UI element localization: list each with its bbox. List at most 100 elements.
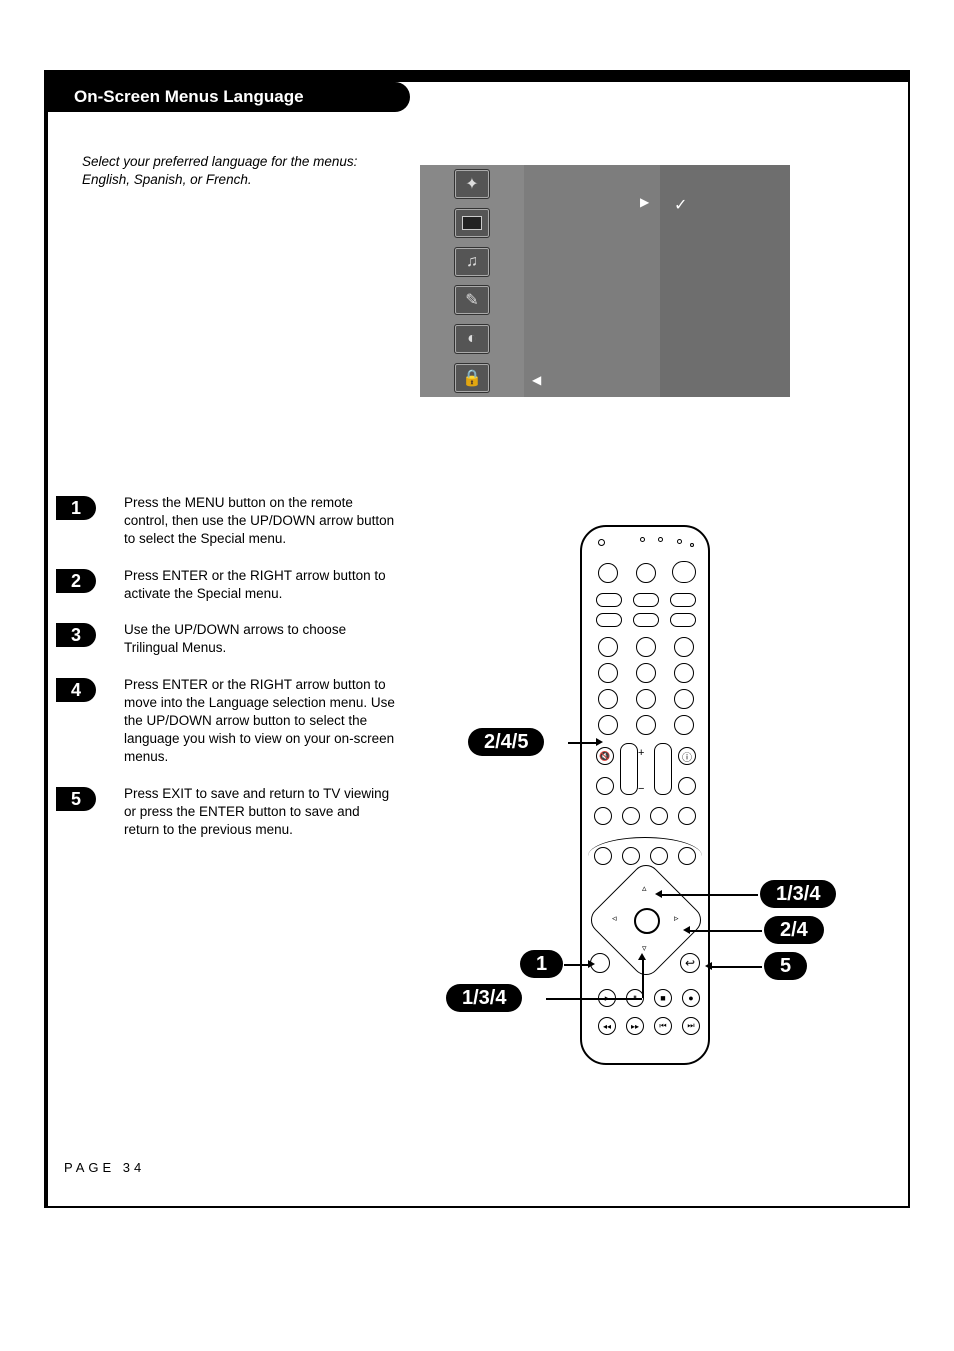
remote-button (633, 593, 659, 607)
enter-button (634, 908, 660, 934)
step-number: 2 (56, 569, 96, 593)
osd-middle-column: ▶ ◀ (524, 165, 660, 397)
step: 3 Use the UP/DOWN arrows to choose Trili… (56, 621, 396, 657)
speaker-icon: ♫ (454, 247, 490, 277)
minus-icon: − (638, 783, 644, 795)
numpad-button (636, 637, 656, 657)
indicator-dot (677, 539, 682, 544)
satellite-icon: ✦ (454, 169, 490, 199)
callout-1-3-4-left: 1/3/4 (446, 984, 522, 1012)
leader-line (642, 960, 644, 998)
remote-button (622, 807, 640, 825)
leader-arrow-icon (655, 890, 662, 898)
remote-button (633, 613, 659, 627)
step-number: 1 (56, 496, 96, 520)
numpad-button (636, 689, 656, 709)
remote-button (622, 847, 640, 865)
next-track-button: ⏭ (682, 1017, 700, 1035)
remote-illustration: 🔇 + − ⓘ ▵ ▿ ◃ ▹ ↩ ▸ ⏸ ■ ● ◂◂ (580, 525, 710, 1065)
osd-right-arrow-icon: ▶ (640, 195, 649, 209)
remote-button (678, 807, 696, 825)
step-number: 5 (56, 787, 96, 811)
osd-right-column: ✓ (660, 165, 790, 397)
numpad-button (598, 689, 618, 709)
remote-button (678, 847, 696, 865)
intro-text: Select your preferred language for the m… (82, 153, 392, 188)
remote-button (596, 593, 622, 607)
step-text: Press the MENU button on the remote cont… (124, 494, 396, 549)
step-text: Press ENTER or the RIGHT arrow button to… (124, 567, 396, 603)
up-arrow-icon: ▵ (642, 883, 647, 894)
record-button: ● (682, 989, 700, 1007)
leader-arrow-icon (588, 960, 595, 968)
remote-button (650, 847, 668, 865)
numpad-button (598, 663, 618, 683)
leader-line (546, 998, 642, 1000)
right-arrow-icon: ▹ (674, 913, 679, 924)
remote-button (596, 777, 614, 795)
step-number: 3 (56, 623, 96, 647)
lock-icon: 🔒 (454, 363, 490, 393)
step-text: Use the UP/DOWN arrows to choose Triling… (124, 621, 396, 657)
volume-rocker (620, 743, 638, 795)
remote-button (670, 593, 696, 607)
remote-button (636, 563, 656, 583)
numpad-button (674, 637, 694, 657)
step: 2 Press ENTER or the RIGHT arrow button … (56, 567, 396, 603)
callout-5: 5 (764, 952, 807, 980)
remote-button (594, 847, 612, 865)
callout-2-4-5: 2/4/5 (468, 728, 544, 756)
step: 5 Press EXIT to save and return to TV vi… (56, 785, 396, 840)
remote-button (670, 613, 696, 627)
leader-arrow-icon (683, 926, 690, 934)
mute-button: 🔇 (596, 747, 614, 765)
osd-check-icon: ✓ (674, 195, 687, 215)
indicator-dot (658, 537, 663, 542)
remote-button (596, 613, 622, 627)
osd-icon-column: ✦ ♫ ✎ ◐ 🔒 (420, 165, 524, 397)
step: 4 Press ENTER or the RIGHT arrow button … (56, 676, 396, 767)
plus-icon: + (638, 747, 644, 759)
leader-line (662, 894, 758, 896)
leader-line (568, 742, 596, 744)
indicator-dot (598, 539, 605, 546)
step-number: 4 (56, 678, 96, 702)
manual-page: On-Screen Menus Language Select your pre… (0, 0, 954, 1351)
stop-button: ■ (654, 989, 672, 1007)
rewind-button: ◂◂ (598, 1017, 616, 1035)
osd-left-arrow-icon: ◀ (532, 373, 541, 387)
leader-arrow-icon (638, 953, 646, 960)
remote-button (678, 777, 696, 795)
exit-button: ↩ (680, 953, 700, 973)
leader-arrow-icon (705, 962, 712, 970)
prev-track-button: ⏮ (654, 1017, 672, 1035)
numpad-button (674, 663, 694, 683)
steps-list: 1 Press the MENU button on the remote co… (56, 494, 396, 857)
indicator-dot (690, 543, 694, 547)
remote-button (650, 807, 668, 825)
step-text: Press EXIT to save and return to TV view… (124, 785, 396, 840)
leader-line (564, 964, 588, 966)
leader-line (690, 930, 762, 932)
step-text: Press ENTER or the RIGHT arrow button to… (124, 676, 396, 767)
power-button (672, 561, 696, 583)
indicator-dot (640, 537, 645, 542)
step: 1 Press the MENU button on the remote co… (56, 494, 396, 549)
left-arrow-icon: ◃ (612, 913, 617, 924)
page-number: PAGE 34 (64, 1160, 145, 1175)
numpad-button (598, 637, 618, 657)
leader-arrow-icon (596, 738, 603, 746)
section-title: On-Screen Menus Language (44, 82, 410, 112)
callout-1: 1 (520, 950, 563, 978)
fastforward-button: ▸▸ (626, 1017, 644, 1035)
special-icon: ◐ (454, 324, 490, 354)
info-button: ⓘ (678, 747, 696, 765)
numpad-button (674, 715, 694, 735)
remote-button (598, 563, 618, 583)
channel-rocker (654, 743, 672, 795)
numpad-button (636, 663, 656, 683)
tv-icon (454, 208, 490, 238)
remote-button (594, 807, 612, 825)
numpad-button (674, 689, 694, 709)
numpad-button (598, 715, 618, 735)
